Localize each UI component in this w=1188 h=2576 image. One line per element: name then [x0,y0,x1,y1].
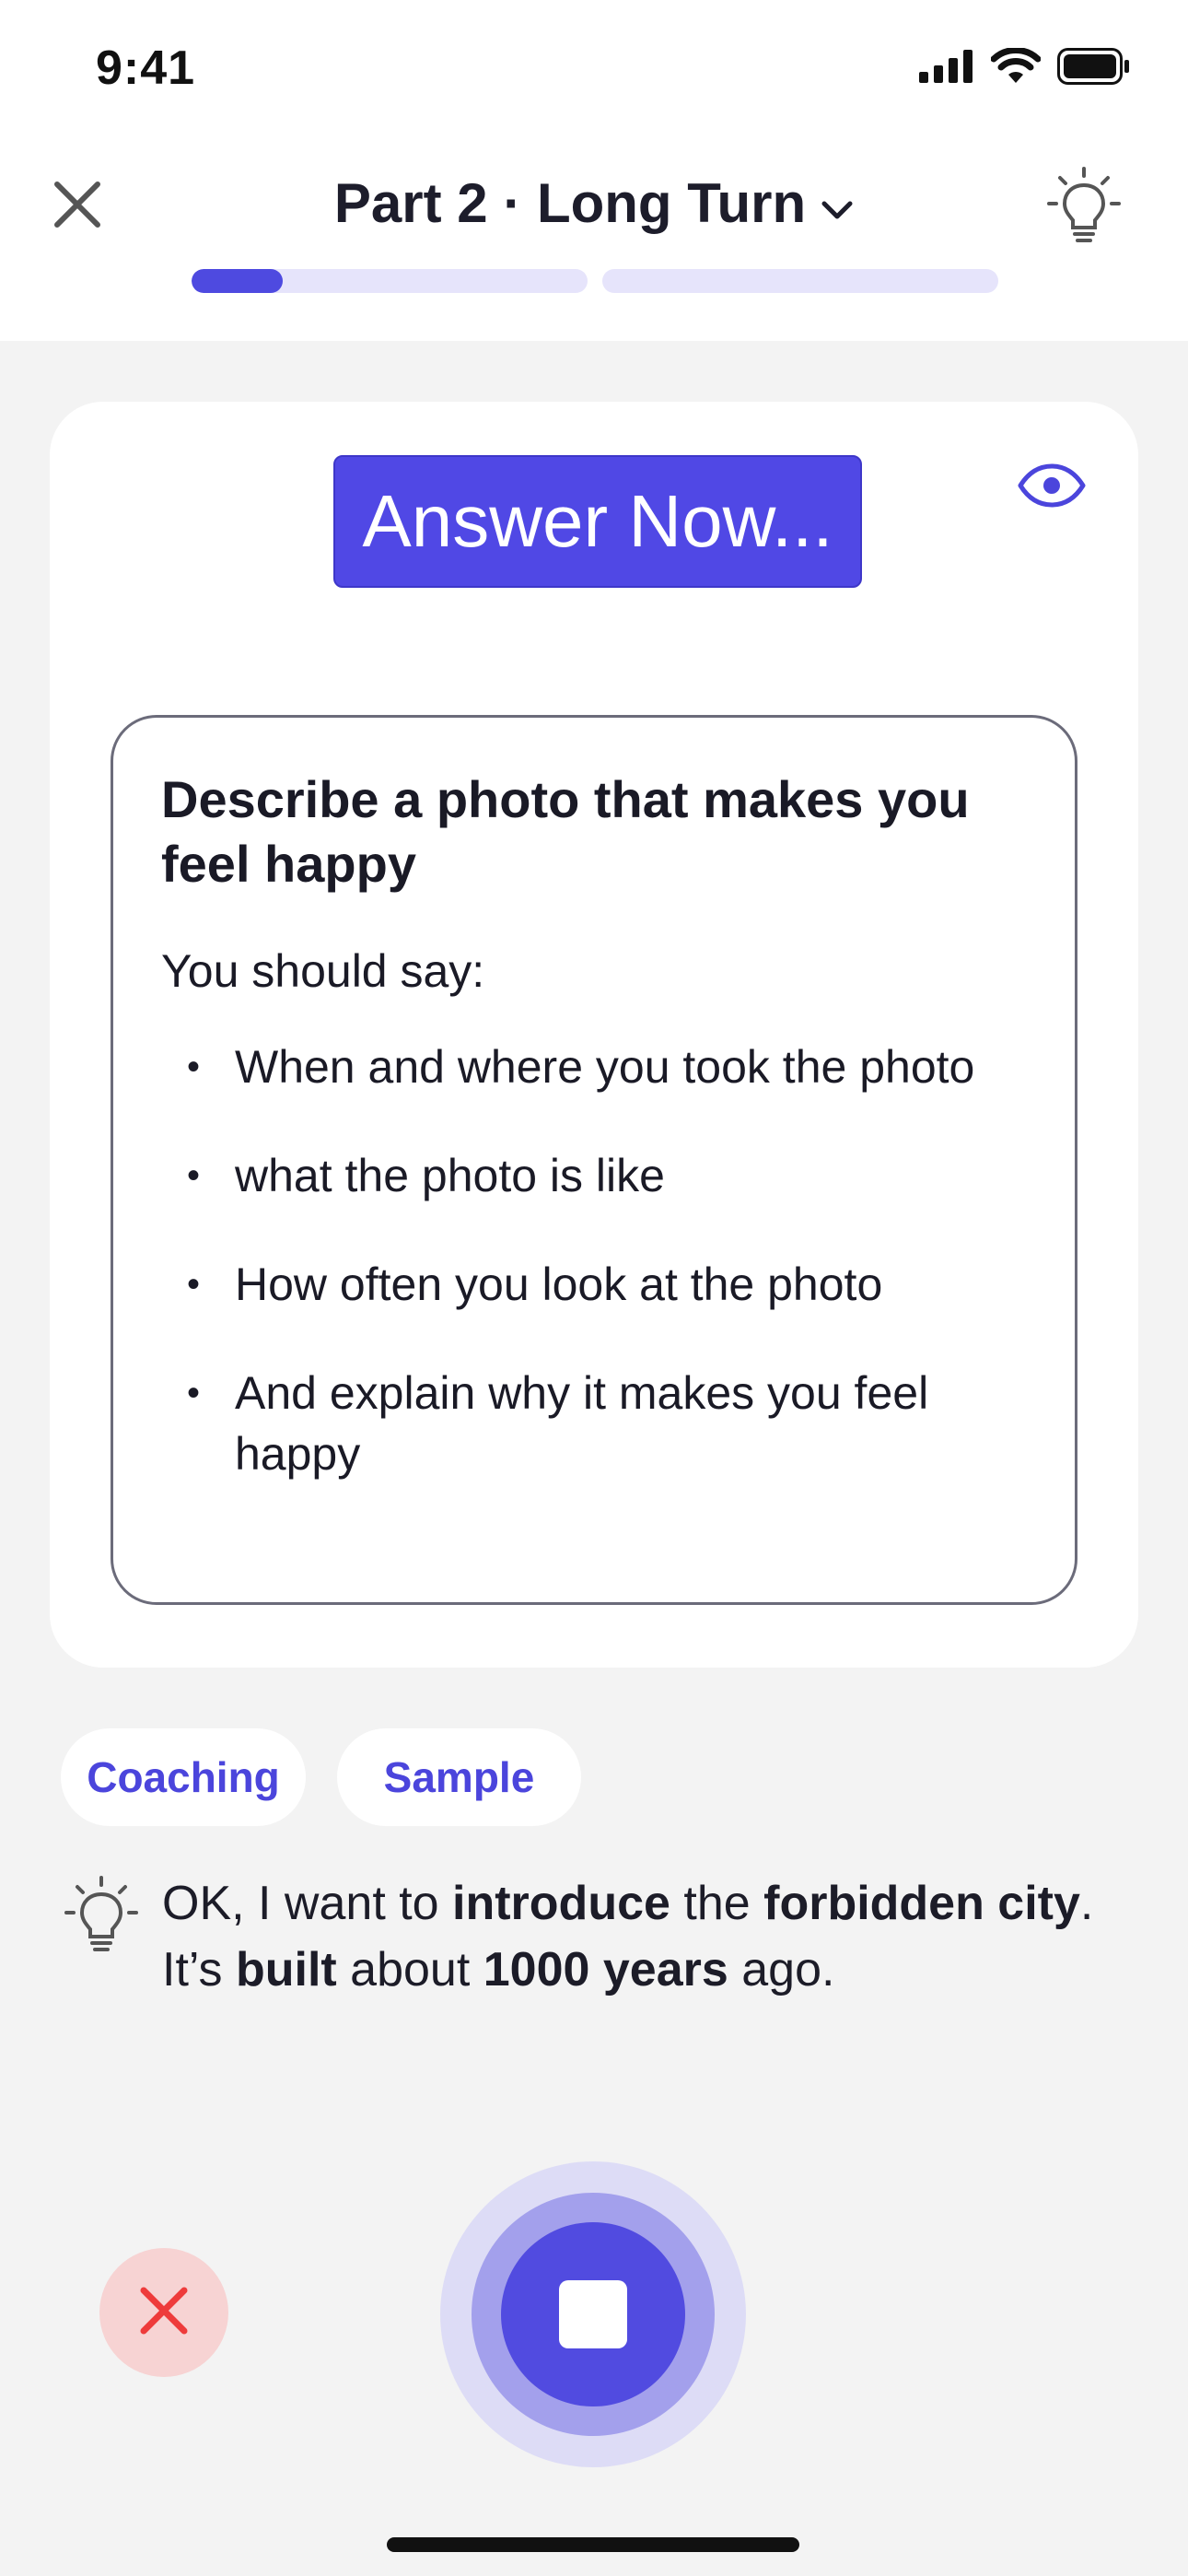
list-item: what the photo is like [161,1145,1029,1206]
battery-icon [1057,48,1131,89]
status-icons [919,47,1131,89]
eye-icon [1017,463,1087,512]
progress-segment [602,269,998,293]
transcript-hint: OK, I want to introduce the forbidden ci… [64,1870,1105,2003]
hint-segment: about [336,1943,483,1996]
hint-text: OK, I want to introduce the forbidden ci… [162,1870,1105,2003]
cue-card: Describe a photo that makes you feel hap… [111,715,1077,1605]
home-indicator [387,2537,799,2552]
recording-pulse [440,2161,746,2467]
hint-segment: the [670,1877,764,1930]
sample-button[interactable]: Sample [337,1728,581,1826]
toggle-visibility-button[interactable] [1011,455,1092,520]
cancel-recording-button[interactable] [99,2248,228,2377]
list-item: When and where you took the photo [161,1036,1029,1097]
hint-keyword: 1000 years [483,1943,728,1996]
list-item: How often you look at the photo [161,1254,1029,1315]
cellular-signal-icon [919,50,974,88]
close-icon [138,2285,190,2341]
progress-segment [192,269,588,293]
hint-keyword: forbidden city [763,1877,1080,1930]
hint-segment: ago. [728,1943,835,1996]
chevron-down-icon [821,171,854,235]
cue-card-subtitle: You should say: [161,945,485,997]
cue-points: When and where you took the photo what t… [161,1036,1029,1484]
answer-now-button[interactable]: Answer Now... [333,455,862,588]
hint-button[interactable] [1042,162,1125,254]
status-bar: 9:41 [0,0,1188,138]
status-time: 9:41 [96,41,196,95]
progress-bar [192,269,998,293]
hint-keyword: introduce [452,1877,670,1930]
question-card: Answer Now... Describe a photo that make… [50,402,1138,1668]
wifi-icon [990,47,1042,89]
lightbulb-icon [1047,165,1121,252]
stop-icon [559,2280,627,2348]
top-nav: Part 2 · Long Turn [0,138,1188,341]
part-selector-dropdown[interactable]: Part 2 · Long Turn [334,171,854,235]
lightbulb-icon [64,1872,138,1964]
hint-segment: OK, I want to [162,1877,453,1930]
hint-keyword: built [235,1943,337,1996]
list-item: And explain why it makes you feel happy [161,1363,1029,1484]
stop-recording-button[interactable] [501,2222,685,2406]
coaching-button[interactable]: Coaching [61,1728,306,1826]
page-title: Part 2 · Long Turn [333,172,807,234]
mode-chips: Coaching Sample [61,1728,581,1826]
cue-card-title: Describe a photo that makes you feel hap… [161,770,970,893]
